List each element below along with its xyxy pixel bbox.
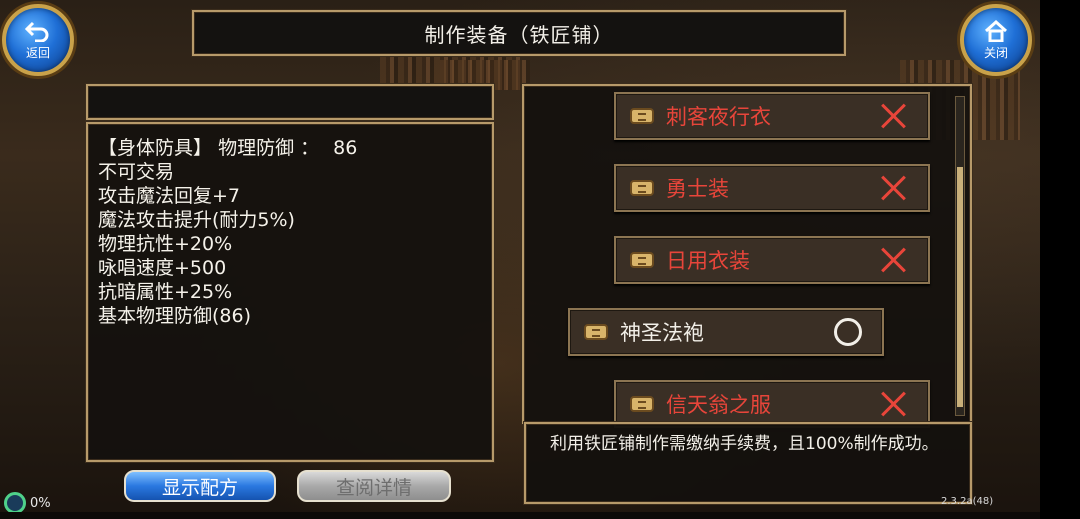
recipe-name: 信天翁之服 [666, 393, 771, 417]
recipe-item[interactable]: 日用衣装 [614, 236, 930, 284]
page-title: 制作装备（铁匠铺） [424, 22, 614, 47]
detail-defense-value: 86 [333, 137, 358, 159]
recipe-item-selected[interactable]: 神圣法袍 [568, 308, 884, 356]
recipe-item[interactable]: 信天翁之服 [614, 380, 930, 428]
home-icon [984, 19, 1008, 42]
progress-ring-icon [4, 492, 26, 514]
fee-note: 利用铁匠铺制作需缴纳手续费，且100%制作成功。 [550, 434, 939, 454]
x-icon [880, 390, 908, 418]
screen-edge [1040, 0, 1080, 519]
detail-line: 攻击魔法回复+7 [98, 185, 241, 207]
undo-arrow-icon [25, 21, 49, 42]
detail-line: 咏唱速度+500 [98, 257, 227, 279]
view-details-button[interactable]: 查阅详情 [297, 470, 451, 502]
recipe-scrollbar[interactable] [955, 96, 965, 416]
scroll-icon [630, 108, 654, 124]
scroll-icon [630, 180, 654, 196]
close-label: 关闭 [983, 45, 1008, 60]
detail-defense-label: 物理防御 ： [218, 137, 320, 159]
loading-indicator: 0% [4, 492, 51, 514]
scroll-icon [630, 252, 654, 268]
recipe-name: 神圣法袍 [620, 321, 704, 345]
scrollbar-thumb[interactable] [957, 167, 963, 407]
detail-line: 基本物理防御(86) [98, 305, 252, 327]
recipe-item[interactable]: 刺客夜行衣 [614, 92, 930, 140]
show-recipe-button[interactable]: 显示配方 [124, 470, 276, 502]
circle-icon [834, 318, 862, 346]
back-button[interactable]: 返回 [2, 4, 74, 76]
detail-line: 抗暗属性+25% [98, 281, 233, 303]
detail-header [86, 84, 494, 120]
bottom-strip [0, 512, 1040, 519]
item-details: 【身体防具】 物理防御 ： 86 不可交易 攻击魔法回复+7 魔法攻击提升(耐力5… [98, 136, 357, 328]
progress-percent: 0% [30, 495, 51, 511]
back-label: 返回 [25, 45, 50, 60]
recipe-name: 日用衣装 [666, 249, 750, 273]
title-bar: 制作装备（铁匠铺） [192, 10, 846, 56]
recipe-name: 勇士装 [666, 177, 729, 201]
scroll-icon [630, 396, 654, 412]
detail-line: 不可交易 [98, 161, 175, 183]
x-icon [880, 246, 908, 274]
x-icon [880, 174, 908, 202]
version-label: 2.3.2a(48) [941, 496, 994, 507]
x-icon [880, 102, 908, 130]
recipe-name: 刺客夜行衣 [666, 105, 771, 129]
detail-line: 魔法攻击提升(耐力5%) [98, 209, 295, 231]
recipe-item[interactable]: 勇士装 [614, 164, 930, 212]
detail-line: 物理抗性+20% [98, 233, 233, 255]
detail-category-line: 【身体防具】 物理防御 ： 86 [98, 136, 357, 160]
detail-category: 【身体防具】 [98, 137, 213, 159]
scroll-icon [584, 324, 608, 340]
close-button[interactable]: 关闭 [960, 4, 1032, 76]
